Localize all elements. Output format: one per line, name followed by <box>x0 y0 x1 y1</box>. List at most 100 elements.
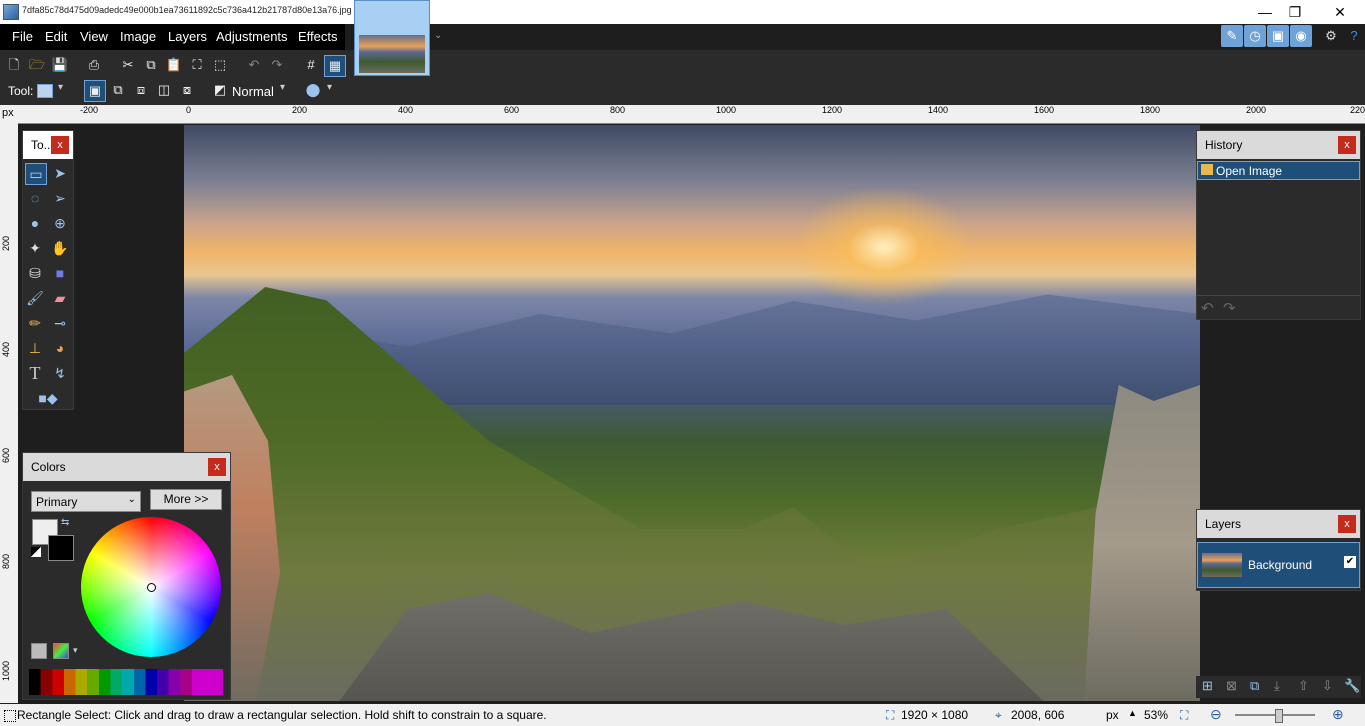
eraser-tool-icon[interactable]: ▰ <box>50 288 70 308</box>
history-undo-icon[interactable]: ↶ <box>1201 299 1214 317</box>
undo-icon[interactable]: ↶ <box>244 55 264 75</box>
settings-gear-icon[interactable]: ⚙ <box>1320 25 1342 47</box>
ruler-tick: 800 <box>1 553 11 569</box>
add-to-palette-icon[interactable] <box>31 643 47 659</box>
tools-window-toggle-icon[interactable]: ✎ <box>1221 25 1243 47</box>
colors-window-toggle-icon[interactable]: ◉ <box>1290 25 1312 47</box>
cut-icon[interactable]: ✂ <box>118 55 138 75</box>
selection-mode-union-icon[interactable]: ⧉ <box>108 80 128 100</box>
open-file-icon[interactable]: 🗁 <box>27 55 47 75</box>
history-panel-close-button[interactable]: x <box>1338 136 1356 154</box>
menu-file[interactable]: File <box>12 24 33 50</box>
layer-visibility-checkbox[interactable]: ✔ <box>1344 556 1356 568</box>
magic-wand-tool-icon[interactable]: ✦ <box>25 238 45 258</box>
tab-list-chevron-icon[interactable]: ⌄ <box>434 30 442 41</box>
delete-layer-icon[interactable]: ⊠ <box>1226 678 1237 694</box>
tools-panel-close-button[interactable]: x <box>51 136 69 154</box>
color-palette-strip[interactable] <box>29 669 223 695</box>
history-window-toggle-icon[interactable]: ◷ <box>1244 25 1266 47</box>
selection-mode-replace-icon[interactable]: ▣ <box>84 80 106 102</box>
image-size: 1920 × 1080 <box>901 708 969 722</box>
history-redo-icon[interactable]: ↷ <box>1223 299 1236 317</box>
unit-chevron-icon[interactable]: ▲ <box>1128 708 1137 718</box>
zoom-slider-thumb[interactable] <box>1275 709 1283 723</box>
zoom-in-icon[interactable]: ⊕ <box>1332 706 1344 723</box>
move-layer-up-icon[interactable]: ⇧ <box>1298 678 1309 694</box>
antialiasing-icon[interactable]: ⬤ <box>303 80 323 100</box>
zoom-to-window-icon[interactable]: ⛶ <box>1180 708 1188 723</box>
print-icon[interactable]: ⎙ <box>84 55 104 75</box>
paint-bucket-tool-icon[interactable]: ⛁ <box>25 263 45 283</box>
merge-layer-down-icon[interactable]: ⤓ <box>1274 678 1280 694</box>
redo-icon[interactable]: ↷ <box>267 55 287 75</box>
layer-item[interactable]: Background ✔ <box>1197 542 1360 588</box>
swap-colors-icon[interactable]: ⇆ <box>61 517 69 528</box>
recolor-tool-icon[interactable]: ◕ <box>50 338 70 358</box>
layer-properties-icon[interactable]: 🔧 <box>1344 678 1360 694</box>
minimize-button[interactable]: — <box>1250 2 1280 22</box>
lasso-select-tool-icon[interactable]: ◌ <box>25 188 45 208</box>
more-colors-button[interactable]: More >> <box>150 489 222 510</box>
close-button[interactable]: ✕ <box>1325 2 1355 22</box>
selection-mode-exclude-icon[interactable]: ⧈ <box>131 80 151 100</box>
menu-effects[interactable]: Effects <box>298 24 338 50</box>
ruler-toggle-icon[interactable]: ▦ <box>324 55 346 77</box>
help-icon[interactable]: ? <box>1343 25 1365 47</box>
menu-layers[interactable]: Layers <box>168 24 207 50</box>
new-file-icon[interactable]: 🗋 <box>4 55 24 75</box>
history-panel: History x Open Image ↶ ↷ <box>1196 130 1361 320</box>
copy-icon[interactable]: ⧉ <box>141 55 161 75</box>
unit-selector[interactable]: px <box>1106 708 1119 722</box>
zoom-out-icon[interactable]: ⊖ <box>1210 706 1222 723</box>
palette-menu-icon[interactable] <box>53 643 69 659</box>
gradient-tool-icon[interactable]: ■ <box>50 263 70 283</box>
menu-view[interactable]: View <box>80 24 108 50</box>
selection-mode-xor-icon[interactable]: ⧇ <box>177 80 197 100</box>
rectangle-select-tool-icon[interactable]: ▭ <box>25 163 47 185</box>
ellipse-select-tool-icon[interactable]: ● <box>25 213 45 233</box>
current-tool-rectangle-select-icon[interactable] <box>37 84 53 98</box>
menu-adjustments[interactable]: Adjustments <box>216 24 288 50</box>
restore-button[interactable]: ❐ <box>1280 2 1310 22</box>
color-wheel[interactable] <box>81 517 221 657</box>
zoom-tool-icon[interactable]: ⊕ <box>50 213 70 233</box>
selector-value: Primary <box>36 495 78 509</box>
layers-window-toggle-icon[interactable]: ▣ <box>1267 25 1289 47</box>
selection-mode-intersect-icon[interactable]: ◫ <box>154 80 174 100</box>
line-curve-tool-icon[interactable]: ↯ <box>50 363 70 383</box>
move-selection-tool-icon[interactable]: ➢ <box>50 188 70 208</box>
add-layer-icon[interactable]: ⊞ <box>1202 678 1213 694</box>
text-tool-icon[interactable]: T <box>25 363 45 383</box>
paste-icon[interactable]: 📋 <box>164 55 184 75</box>
zoom-value[interactable]: 53% <box>1144 708 1168 722</box>
save-icon[interactable]: 💾 <box>50 55 70 75</box>
grid-icon[interactable]: # <box>301 55 321 75</box>
reset-colors-icon[interactable] <box>31 547 41 557</box>
antialiasing-chevron-icon[interactable]: ▾ <box>327 82 332 93</box>
palette-chevron-icon[interactable]: ▾ <box>73 645 78 656</box>
secondary-color-swatch[interactable] <box>48 535 74 561</box>
colors-panel-close-button[interactable]: x <box>208 458 226 476</box>
blend-mode-select[interactable]: Normal <box>232 84 274 99</box>
paintbrush-tool-icon[interactable]: 🖌 <box>25 288 45 308</box>
move-layer-down-icon[interactable]: ⇩ <box>1322 678 1333 694</box>
menu-edit[interactable]: Edit <box>45 24 67 50</box>
pencil-tool-icon[interactable]: ✏ <box>25 313 45 333</box>
blend-mode-chevron-icon[interactable]: ▾ <box>280 82 285 93</box>
primary-secondary-select[interactable]: Primary ⌄ <box>31 491 141 512</box>
menu-image[interactable]: Image <box>120 24 156 50</box>
history-item[interactable]: Open Image <box>1197 161 1360 180</box>
image-canvas[interactable] <box>184 125 1200 701</box>
image-tab-thumbnail[interactable] <box>354 0 430 76</box>
pan-tool-icon[interactable]: ✋ <box>50 238 70 258</box>
deselect-icon[interactable]: ⬚ <box>210 55 230 75</box>
color-picker-tool-icon[interactable]: ⊸ <box>50 313 70 333</box>
duplicate-layer-icon[interactable]: ⧉ <box>1250 678 1259 694</box>
move-selected-tool-icon[interactable]: ➤ <box>50 163 70 183</box>
ruler-tick: 400 <box>1 341 11 357</box>
clone-stamp-tool-icon[interactable]: ⊥ <box>25 338 45 358</box>
layers-panel-close-button[interactable]: x <box>1338 515 1356 533</box>
tool-dropdown-chevron-icon[interactable]: ▾ <box>58 82 63 93</box>
crop-icon[interactable]: ⛶ <box>187 55 207 75</box>
shapes-tool-icon[interactable]: ■◆ <box>31 388 65 408</box>
